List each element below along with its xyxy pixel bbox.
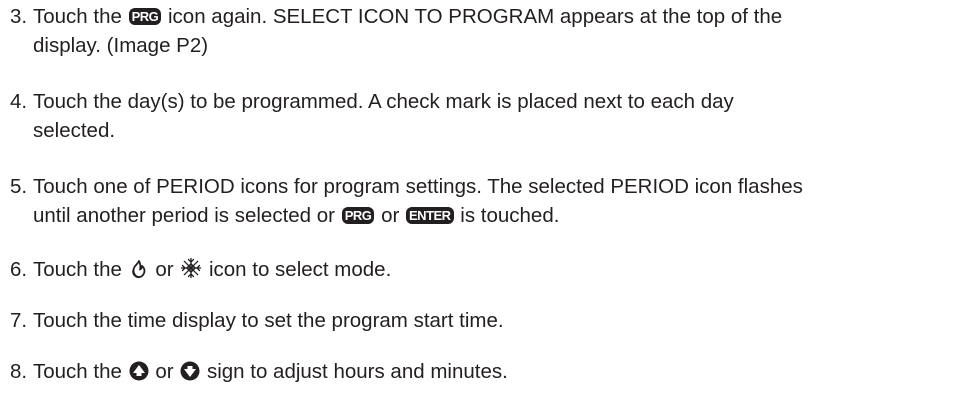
step-8: 8. Touch the or sign to adjust hours and… (10, 357, 955, 386)
step-text: Touch the (33, 360, 122, 383)
down-arrow-icon (180, 360, 200, 389)
step-3: 3. Touch the PRG icon again. SELECT ICON… (10, 2, 955, 57)
step-text: or (155, 360, 174, 383)
step-6: 6. Touch the or icon to select mode. (10, 255, 955, 284)
up-arrow-icon (129, 360, 149, 389)
step-number: 6. (10, 258, 28, 281)
heat-mode-icon (129, 258, 149, 287)
cool-mode-snowflake-icon (180, 257, 202, 287)
step-text: icon again. SELECT ICON TO PROGRAM appea… (167, 5, 783, 28)
enter-key-icon: ENTER (406, 207, 454, 224)
prg-key-icon: PRG (341, 207, 375, 224)
step-text: selected. (33, 119, 116, 142)
step-text: is touched. (460, 204, 560, 227)
step-text: sign to adjust hours and minutes. (206, 360, 508, 383)
step-5: 5. Touch one of PERIOD icons for program… (10, 172, 955, 227)
step-text: Touch the (33, 5, 122, 28)
step-text: icon to select mode. (208, 258, 392, 281)
step-text: or (381, 204, 400, 227)
step-text: Touch one of PERIOD icons for program se… (33, 175, 803, 198)
prg-key-icon: PRG (128, 8, 162, 25)
step-4: 4. Touch the day(s) to be programmed. A … (10, 87, 955, 142)
step-text: Touch the time display to set the progra… (33, 309, 504, 332)
step-7: 7. Touch the time display to set the pro… (10, 306, 955, 335)
step-number: 3. (10, 5, 28, 28)
step-text: until another period is selected or (33, 204, 335, 227)
step-text: or (155, 258, 174, 281)
step-text: Touch the day(s) to be programmed. A che… (33, 90, 734, 113)
step-number: 4. (10, 90, 28, 113)
step-number: 7. (10, 309, 28, 332)
step-number: 5. (10, 175, 28, 198)
step-number: 8. (10, 360, 28, 383)
step-text: Touch the (33, 258, 122, 281)
step-text: display. (Image P2) (33, 34, 209, 57)
